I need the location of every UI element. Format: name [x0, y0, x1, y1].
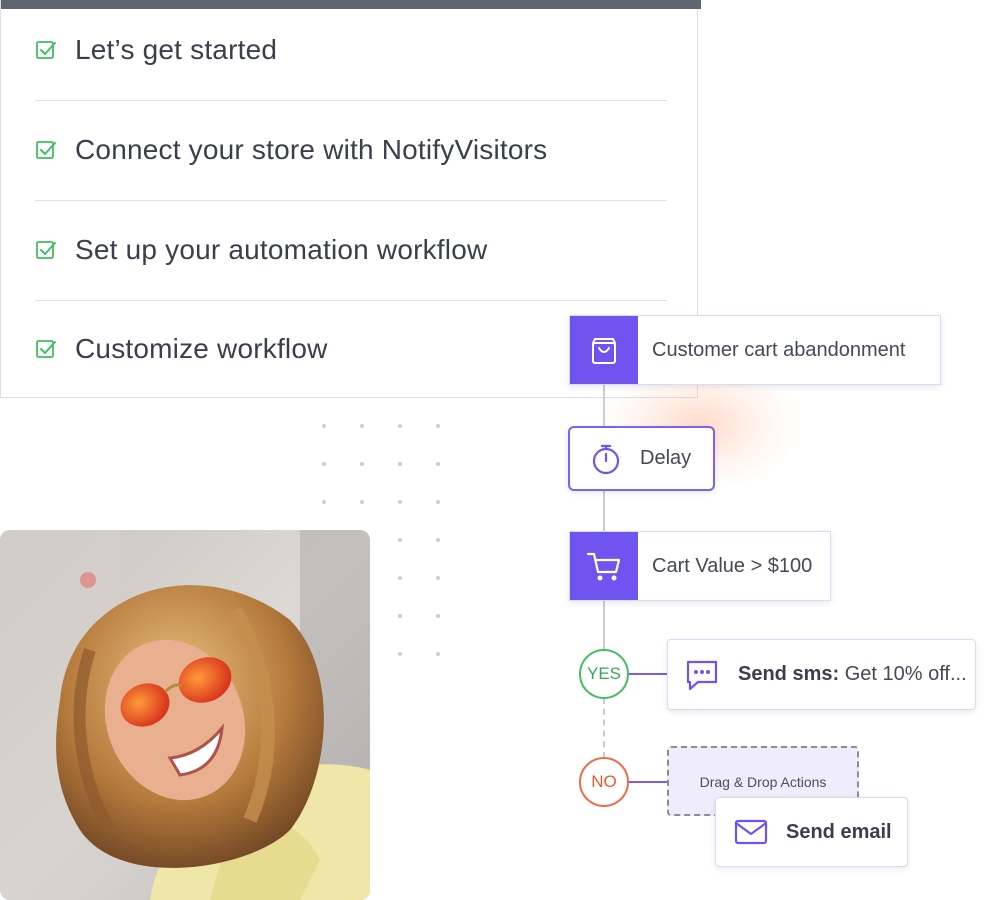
checklist-item-label: Set up your automation workflow — [75, 234, 488, 265]
sms-action-message: Get 10% off... — [844, 663, 967, 685]
checkbox-checked-icon[interactable] — [35, 338, 57, 360]
workflow-connector — [603, 600, 605, 650]
checklist-item-label: Connect your store with NotifyVisitors — [75, 134, 548, 165]
condition-icon-box — [570, 532, 638, 600]
envelope-icon — [734, 819, 768, 845]
email-action-label: Send email — [786, 820, 892, 843]
no-badge-label: NO — [591, 772, 617, 791]
no-badge: NO — [579, 757, 629, 807]
workflow-connector-dashed — [603, 698, 605, 758]
yes-branch-connector — [628, 673, 668, 675]
yes-badge-label: YES — [586, 664, 622, 683]
checklist-item[interactable]: Set up your automation workflow — [35, 200, 667, 301]
condition-node[interactable]: Cart Value > $100 — [569, 531, 831, 601]
checkbox-checked-icon[interactable] — [35, 139, 57, 161]
stopwatch-icon — [592, 444, 620, 474]
trigger-node[interactable]: Customer cart abandonment — [569, 315, 941, 385]
no-branch-connector — [628, 781, 668, 783]
checkbox-checked-icon[interactable] — [35, 39, 57, 61]
checklist-item-label: Let’s get started — [75, 34, 278, 65]
workflow-connector — [603, 490, 605, 532]
workflow-connector — [603, 384, 605, 428]
shopping-cart-icon — [586, 552, 621, 581]
checklist-item[interactable]: Let’s get started — [35, 0, 667, 101]
send-sms-action[interactable]: Send sms: Get 10% off... — [667, 639, 976, 710]
trigger-label: Customer cart abandonment — [652, 338, 906, 361]
shopping-bag-icon — [592, 338, 616, 364]
condition-label: Cart Value > $100 — [652, 554, 813, 577]
customer-photo — [0, 530, 370, 900]
delay-node[interactable]: Delay — [568, 426, 715, 491]
yes-badge: YES — [579, 649, 629, 699]
checklist-item-label: Customize workflow — [75, 333, 328, 364]
chat-bubble-icon — [686, 660, 718, 690]
trigger-icon-box — [570, 316, 638, 384]
drag-drop-label: Drag & Drop Actions — [699, 774, 827, 790]
delay-label: Delay — [640, 447, 692, 469]
send-email-action[interactable]: Send email — [715, 797, 908, 867]
sms-action-title: Send sms: — [738, 663, 840, 685]
checklist-item[interactable]: Connect your store with NotifyVisitors — [35, 100, 667, 201]
checkbox-checked-icon[interactable] — [35, 239, 57, 261]
